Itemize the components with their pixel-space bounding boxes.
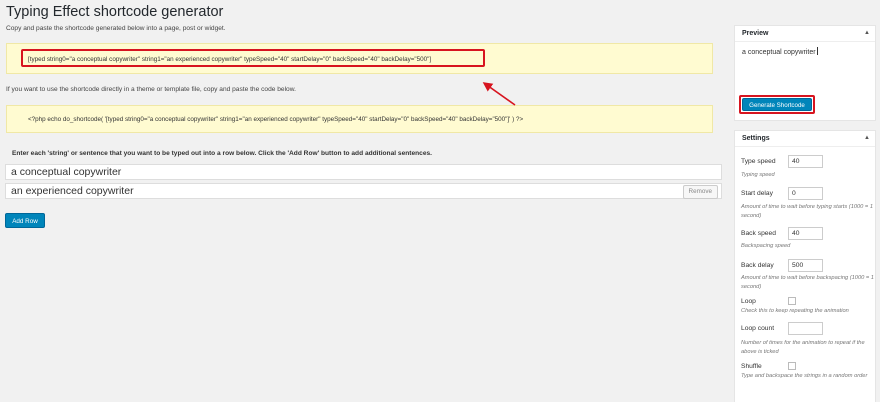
preview-title: Preview — [742, 30, 769, 37]
start-delay-label: Start delay — [741, 190, 773, 197]
back-delay-input[interactable]: 500 — [788, 259, 823, 272]
loop-checkbox[interactable] — [788, 297, 796, 305]
settings-panel: Settings ▲ Type speed 40 Typing speed St… — [734, 130, 876, 402]
main-content: Typing Effect shortcode generator Copy a… — [0, 0, 728, 402]
shuffle-checkbox[interactable] — [788, 362, 796, 370]
shortcode-highlight — [21, 49, 485, 67]
loop-count-label: Loop count — [741, 325, 775, 332]
template-note: If you want to use the shortcode directl… — [6, 86, 296, 93]
text-cursor — [816, 47, 818, 55]
loop-count-input[interactable] — [788, 322, 823, 335]
string-row-input[interactable]: an experienced copywriter Remove — [5, 183, 722, 199]
shuffle-desc: Type and backspace the strings in a rand… — [741, 373, 868, 379]
back-delay-desc: Amount of time to wait before backspacin… — [741, 275, 874, 290]
string-row-input[interactable]: a conceptual copywriter — [5, 164, 722, 180]
start-delay-input[interactable]: 0 — [788, 187, 823, 200]
shortcode-box[interactable]: [typed string0="a conceptual copywriter"… — [6, 43, 713, 74]
type-speed-label: Type speed — [741, 158, 776, 165]
generate-shortcode-button[interactable]: Generate Shortcode — [742, 98, 812, 111]
type-speed-input[interactable]: 40 — [788, 155, 823, 168]
preview-text: a conceptual copywriter — [742, 49, 816, 56]
collapse-arrow-icon[interactable]: ▲ — [864, 30, 870, 36]
php-code-text[interactable]: <?php echo do_shortcode( '[typed string0… — [28, 116, 523, 123]
type-speed-desc: Typing speed — [741, 172, 775, 178]
row-value: an experienced copywriter — [11, 185, 134, 197]
back-delay-label: Back delay — [741, 262, 774, 269]
page-title: Typing Effect shortcode generator — [6, 4, 224, 20]
preview-panel: Preview ▲ a conceptual copywriter Genera… — [734, 25, 876, 121]
collapse-arrow-icon[interactable]: ▲ — [864, 135, 870, 141]
rows-heading: Enter each 'string' or sentence that you… — [12, 150, 433, 157]
loop-count-desc: Number of times for the animation to rep… — [741, 340, 865, 355]
settings-header[interactable]: Settings ▲ — [735, 131, 875, 147]
intro-text: Copy and paste the shortcode generated b… — [6, 25, 226, 32]
shuffle-label: Shuffle — [741, 363, 762, 370]
settings-title: Settings — [742, 135, 770, 142]
remove-row-button[interactable]: Remove — [682, 185, 718, 199]
preview-header[interactable]: Preview ▲ — [735, 26, 875, 42]
back-speed-input[interactable]: 40 — [788, 227, 823, 240]
back-speed-desc: Backspacing speed — [741, 243, 791, 249]
php-code-box[interactable]: <?php echo do_shortcode( '[typed string0… — [6, 105, 713, 133]
loop-label: Loop — [741, 298, 756, 305]
add-row-button[interactable]: Add Row — [5, 213, 45, 228]
back-speed-label: Back speed — [741, 230, 776, 237]
row-value: a conceptual copywriter — [11, 166, 122, 178]
typing-preview: a conceptual copywriter — [742, 47, 818, 56]
loop-desc: Check this to keep repeating the animati… — [741, 308, 849, 314]
start-delay-desc: Amount of time to wait before typing sta… — [741, 204, 873, 219]
